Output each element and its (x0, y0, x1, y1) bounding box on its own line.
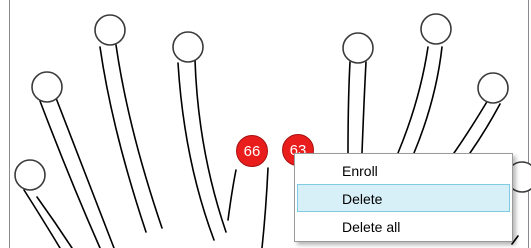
right-index-finger-outline (347, 61, 367, 154)
left-ring-finger-outline (39, 97, 115, 248)
menu-item-enroll[interactable]: Enroll (297, 156, 510, 184)
left-middle-finger-outline (99, 44, 163, 233)
left-thumb-outline (227, 169, 237, 221)
fingertip-left-thumb-badge[interactable]: 66 (236, 135, 268, 167)
fingertip-left-index[interactable] (172, 31, 204, 63)
fingerprint-canvas: 66 63 Enroll Delete Delete all (0, 0, 531, 248)
fingertip-right-middle[interactable] (420, 13, 452, 45)
fingertip-right-ring[interactable] (477, 72, 509, 104)
right-thumb-outline (261, 167, 269, 248)
left-little-finger-outline (23, 189, 73, 248)
fingertip-left-ring[interactable] (31, 71, 63, 103)
menu-item-delete-all[interactable]: Delete all (297, 212, 510, 240)
left-index-finger-outline (177, 59, 227, 241)
fingertip-left-little[interactable] (14, 159, 46, 191)
menu-item-delete[interactable]: Delete (297, 184, 510, 212)
fingertip-left-middle[interactable] (94, 14, 126, 46)
fingertip-right-index[interactable] (342, 32, 374, 64)
context-menu: Enroll Delete Delete all (294, 153, 513, 242)
right-middle-finger-outline (397, 46, 443, 154)
right-ring-finger-outline (453, 99, 501, 154)
